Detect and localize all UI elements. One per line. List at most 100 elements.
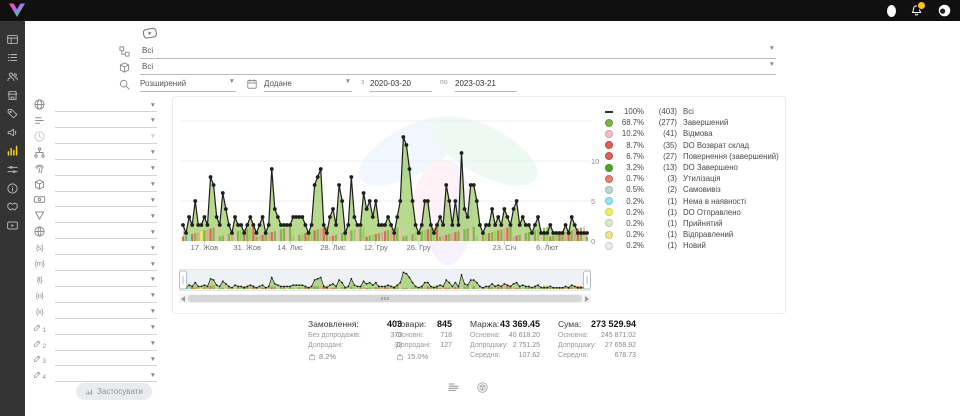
legend-item[interactable]: 0.2%(1)Прийнятий bbox=[605, 218, 781, 229]
chevron-down-icon: ▼ bbox=[769, 62, 776, 71]
legend-item[interactable]: 0.2%(1)Відправлений bbox=[605, 229, 781, 240]
stat-sub-label: Середня: bbox=[558, 352, 588, 359]
sidebar-item-store[interactable] bbox=[3, 86, 22, 105]
legend-count: (3) bbox=[651, 174, 677, 183]
legend-item[interactable]: 0.7%(3)Утилізація bbox=[605, 173, 781, 184]
sidebar-item-marketing[interactable] bbox=[3, 123, 22, 142]
banknote-icon bbox=[33, 193, 46, 206]
sidebar-item-orders[interactable] bbox=[3, 49, 22, 68]
date-field-dropdown[interactable]: Додане ▼ bbox=[264, 76, 352, 92]
sidebar-item-info[interactable] bbox=[3, 179, 22, 198]
filter-select[interactable]: ▼ bbox=[55, 256, 157, 271]
filter-select[interactable]: ▼ bbox=[55, 177, 157, 192]
pencil-icon: 1 bbox=[33, 321, 46, 334]
category-select[interactable]: Всі ▼ bbox=[140, 43, 776, 59]
stat-label: Замовлення: bbox=[308, 319, 359, 329]
legend-line-swatch bbox=[605, 111, 613, 113]
list-view-icon[interactable] bbox=[447, 381, 460, 394]
category-select-value: Всі bbox=[140, 46, 153, 55]
chevron-down-icon: ▼ bbox=[150, 166, 157, 175]
legend-count: (403) bbox=[651, 107, 677, 116]
badge-value: 15.0% bbox=[407, 352, 428, 361]
filter-select[interactable]: ▼ bbox=[55, 367, 157, 382]
chart-navigator[interactable] bbox=[179, 269, 591, 291]
apply-chart-icon bbox=[85, 388, 93, 396]
legend-item[interactable]: 0.2%(1)DO Отправлено bbox=[605, 207, 781, 218]
legend-label: Повернення (завершений) bbox=[683, 152, 779, 161]
filter-panel-row-var-12: {o}▼ bbox=[33, 288, 157, 303]
legend-item[interactable]: 0.2%(1)Новий bbox=[605, 240, 781, 251]
orders-chart bbox=[179, 101, 591, 247]
filter-select[interactable]: ▼ bbox=[55, 351, 157, 366]
legend-percent: 0.2% bbox=[618, 230, 644, 239]
notifications-bell-icon[interactable] bbox=[910, 4, 923, 17]
legend-item[interactable]: 100%(403)Всі bbox=[605, 106, 781, 117]
product-box-icon bbox=[118, 61, 131, 74]
legend-item[interactable]: 6.7%(27)Повернення (завершений) bbox=[605, 151, 781, 162]
date-to-input[interactable]: 2023-03-21 bbox=[455, 76, 517, 92]
date-from-input[interactable]: 2020-03-20 bbox=[370, 76, 432, 92]
filter-select[interactable]: ▼ bbox=[55, 272, 157, 287]
legend-item[interactable]: 0.2%(1)Нема в наявності bbox=[605, 196, 781, 207]
sidebar-item-customers[interactable] bbox=[3, 67, 22, 86]
avatar-icon[interactable] bbox=[937, 3, 952, 18]
sidebar-item-partnership[interactable] bbox=[3, 197, 22, 216]
circle-package-icon[interactable] bbox=[476, 381, 489, 394]
partnership-icon bbox=[6, 200, 19, 213]
legend-label: DO Завершено bbox=[683, 163, 738, 172]
search-icon bbox=[118, 78, 131, 91]
stat-sub-value: 718 bbox=[440, 332, 452, 339]
stat-group: Замовлення:403Без допродажів:370Допродан… bbox=[308, 319, 402, 361]
sidebar-item-analytics[interactable] bbox=[3, 142, 22, 161]
braces-variable-icon: {m} bbox=[33, 257, 46, 270]
legend-item[interactable]: 68.7%(277)Завершений bbox=[605, 117, 781, 128]
legend-label: DO Отправлено bbox=[683, 208, 741, 217]
filter-select[interactable]: ▼ bbox=[55, 97, 157, 112]
legend-label: Новий bbox=[683, 241, 706, 250]
filter-select[interactable]: ▼ bbox=[55, 208, 157, 223]
profile-icon[interactable] bbox=[887, 5, 896, 17]
sidebar-item-tags[interactable] bbox=[3, 104, 22, 123]
legend-label: Самовивіз bbox=[683, 185, 721, 194]
legend-label: DO Возврат склад bbox=[683, 141, 749, 150]
filter-select[interactable]: ▼ bbox=[55, 161, 157, 176]
filter-select[interactable]: ▼ bbox=[55, 288, 157, 303]
filter-select[interactable]: ▼ bbox=[55, 240, 157, 255]
stat-group: Маржа:43 369.45Основна:40 618.20Допродаж… bbox=[470, 319, 540, 359]
legend-item[interactable]: 0.5%(2)Самовивіз bbox=[605, 184, 781, 195]
stat-sub-label: Основна: bbox=[558, 332, 588, 339]
chevron-down-icon: ▼ bbox=[150, 309, 157, 318]
scrollbar-thumb[interactable] bbox=[188, 295, 582, 302]
sidebar-item-video-lessons[interactable] bbox=[3, 216, 22, 235]
sidebar-item-dashboard[interactable] bbox=[3, 30, 22, 49]
filter-select[interactable]: ▼ bbox=[55, 192, 157, 207]
x-tick-label: 26. Гру bbox=[407, 243, 431, 252]
legend-dot-swatch bbox=[605, 186, 613, 194]
filter-select[interactable]: ▼ bbox=[55, 320, 157, 335]
scroll-right-arrow[interactable] bbox=[585, 296, 589, 302]
filter-select[interactable]: ▼ bbox=[55, 129, 157, 144]
legend-item[interactable]: 3.2%(13)DO Завершено bbox=[605, 162, 781, 173]
apply-button[interactable]: Застосувати bbox=[76, 383, 152, 400]
filter-select[interactable]: ▼ bbox=[55, 145, 157, 160]
filter-select[interactable]: ▼ bbox=[55, 113, 157, 128]
filter-select[interactable]: ▼ bbox=[55, 224, 157, 239]
legend-count: (1) bbox=[651, 219, 677, 228]
search-mode-dropdown[interactable]: Розширений ▼ bbox=[140, 76, 236, 92]
filter-select[interactable]: ▼ bbox=[55, 336, 157, 351]
legend-item[interactable]: 8.7%(35)DO Возврат склад bbox=[605, 140, 781, 151]
brand-logo-icon[interactable] bbox=[7, 2, 27, 18]
filter-select[interactable]: ▼ bbox=[55, 304, 157, 319]
video-help-icon[interactable] bbox=[137, 23, 166, 44]
chart-scrollbar[interactable] bbox=[179, 294, 591, 303]
scroll-left-arrow[interactable] bbox=[181, 296, 185, 302]
product-select[interactable]: Всі ▼ bbox=[140, 59, 776, 75]
legend-count: (13) bbox=[651, 163, 677, 172]
filter-row-category: Всі ▼ bbox=[118, 45, 776, 59]
legend-item[interactable]: 10.2%(41)Відмова bbox=[605, 128, 781, 139]
sidebar-item-settings-sliders[interactable] bbox=[3, 160, 22, 179]
filter-panel-row-web: ▼ bbox=[33, 224, 157, 239]
clock-icon bbox=[33, 130, 46, 143]
analytics-icon bbox=[6, 144, 19, 157]
legend-percent: 0.5% bbox=[618, 185, 644, 194]
